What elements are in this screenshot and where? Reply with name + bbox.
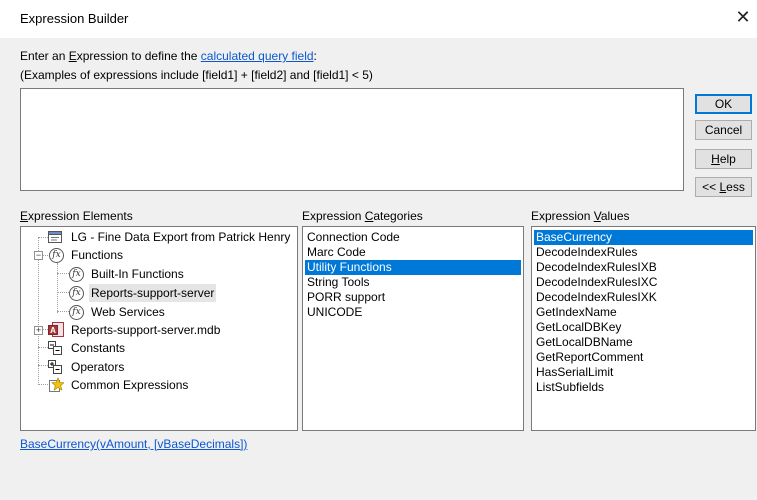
expression-values-label: Expression Values xyxy=(531,209,630,223)
expression-categories-list[interactable]: Connection Code Marc Code Utility Functi… xyxy=(302,226,524,431)
prompt-line-1: Enter an Expression to define the calcul… xyxy=(20,49,317,63)
value-item[interactable]: DecodeIndexRulesIXB xyxy=(534,260,753,275)
expression-values-list[interactable]: BaseCurrency DecodeIndexRules DecodeInde… xyxy=(531,226,756,431)
ok-button[interactable]: OK xyxy=(695,94,752,114)
value-item[interactable]: GetReportComment xyxy=(534,350,753,365)
value-item[interactable]: DecodeIndexRulesIXC xyxy=(534,275,753,290)
elements-accelerator: E xyxy=(20,209,29,223)
tree-item-mdb[interactable]: + A Reports-support-server.mdb xyxy=(21,321,297,339)
tree-item-common-expressions[interactable]: Common Expressions xyxy=(21,376,297,394)
svg-text:A: A xyxy=(50,326,56,335)
tree-item-web-services[interactable]: fx Web Services xyxy=(21,303,297,321)
tree-item-constants[interactable]: Constants xyxy=(21,339,297,357)
function-syntax-link[interactable]: BaseCurrency(vAmount, [vBaseDecimals]) xyxy=(20,437,247,451)
value-item[interactable]: DecodeIndexRulesIXK xyxy=(534,290,753,305)
values-label-text: alues xyxy=(600,209,630,223)
help-label: elp xyxy=(719,152,736,166)
values-accelerator: V xyxy=(593,209,601,223)
tree-item-functions[interactable]: − fx Functions xyxy=(21,246,297,264)
value-item[interactable]: DecodeIndexRules xyxy=(534,245,753,260)
calculated-query-field-link[interactable]: calculated query field xyxy=(201,49,314,63)
expression-input[interactable] xyxy=(20,88,684,191)
expression-elements-label: Expression Elements xyxy=(20,209,133,223)
categories-label-prefix: Expression xyxy=(302,209,365,223)
category-item[interactable]: UNICODE xyxy=(305,305,521,320)
value-item-selected[interactable]: BaseCurrency xyxy=(534,230,753,245)
values-label-prefix: Expression xyxy=(531,209,594,223)
value-item[interactable]: GetLocalDBKey xyxy=(534,320,753,335)
tree-item-label: Common Expressions xyxy=(71,378,189,392)
value-item[interactable]: GetLocalDBName xyxy=(534,335,753,350)
prompt-line-2: (Examples of expressions include [field1… xyxy=(20,68,373,82)
help-accelerator: H xyxy=(711,152,720,166)
constants-icon xyxy=(48,341,62,355)
prompt-text: Enter an xyxy=(20,49,69,63)
cancel-button[interactable]: Cancel xyxy=(695,120,752,140)
prompt-accelerator: E xyxy=(68,49,77,63)
window-title: Expression Builder xyxy=(20,11,129,26)
collapse-icon[interactable]: − xyxy=(34,251,43,260)
help-button[interactable]: Help xyxy=(695,149,752,169)
category-item[interactable]: String Tools xyxy=(305,275,521,290)
function-icon: fx xyxy=(69,267,84,282)
expression-elements-tree[interactable]: LG - Fine Data Export from Patrick Henry… xyxy=(20,226,298,431)
value-item[interactable]: ListSubfields xyxy=(534,380,753,395)
function-icon: fx xyxy=(49,248,64,263)
tree-item-label: Web Services xyxy=(91,305,165,319)
prompt-colon: : xyxy=(313,49,317,63)
categories-label-text: ategories xyxy=(373,209,423,223)
tree-item-reports-support-server[interactable]: fx Reports-support-server xyxy=(21,284,297,302)
tree-item-label: Built-In Functions xyxy=(91,267,184,281)
tree-item-label: Operators xyxy=(71,360,125,374)
operators-icon xyxy=(48,360,62,374)
tree-item-label: Constants xyxy=(71,341,126,355)
tree-item-built-in-functions[interactable]: fx Built-In Functions xyxy=(21,265,297,283)
tree-item-lg-form[interactable]: LG - Fine Data Export from Patrick Henry xyxy=(21,228,297,246)
elements-label-text: xpression Elements xyxy=(28,209,133,223)
category-item[interactable]: Connection Code xyxy=(305,230,521,245)
tree-item-label: Reports-support-server.mdb xyxy=(71,323,221,337)
prompt-text-mid: xpression to define the xyxy=(76,49,201,63)
function-icon: fx xyxy=(69,286,84,301)
access-db-icon: A xyxy=(48,322,64,337)
less-label: ess xyxy=(726,180,745,194)
category-item-selected[interactable]: Utility Functions xyxy=(305,260,521,275)
expression-categories-label: Expression Categories xyxy=(302,209,423,223)
close-icon[interactable]: ✕ xyxy=(734,8,752,26)
tree-item-label: Reports-support-server xyxy=(89,284,217,302)
value-item[interactable]: HasSerialLimit xyxy=(534,365,753,380)
value-item[interactable]: GetIndexName xyxy=(534,305,753,320)
tree-item-operators[interactable]: Operators xyxy=(21,358,297,376)
less-button[interactable]: << Less xyxy=(695,177,752,197)
expand-icon[interactable]: + xyxy=(34,326,43,335)
common-expressions-icon xyxy=(49,377,64,392)
form-icon xyxy=(48,231,62,243)
function-icon: fx xyxy=(69,305,84,320)
category-item[interactable]: Marc Code xyxy=(305,245,521,260)
category-item[interactable]: PORR support xyxy=(305,290,521,305)
tree-item-label: LG - Fine Data Export from Patrick Henry xyxy=(71,230,291,244)
tree-item-label: Functions xyxy=(71,248,124,262)
less-prefix: << xyxy=(702,180,720,194)
